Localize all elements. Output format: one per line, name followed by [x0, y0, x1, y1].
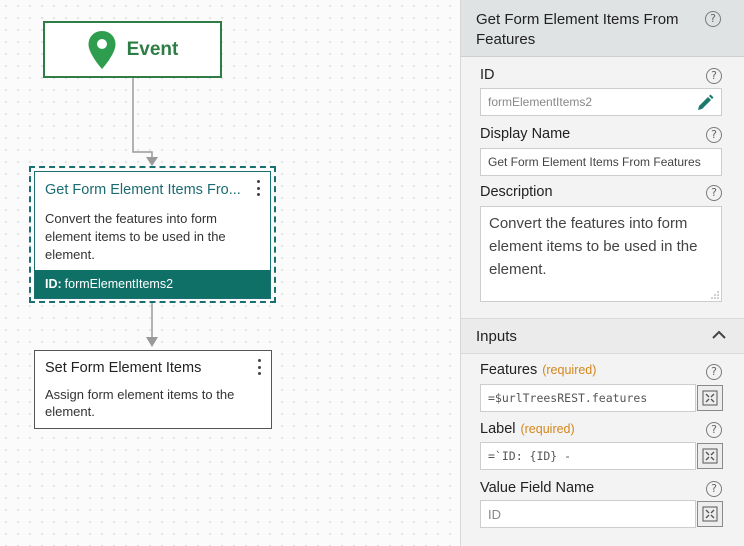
id-field[interactable]: formElementItems2 — [480, 88, 722, 116]
expression-editor-icon — [702, 506, 718, 522]
pencil-icon[interactable] — [695, 93, 715, 113]
help-icon[interactable]: ? — [706, 127, 722, 143]
features-value: =$urlTreesREST.features — [488, 391, 648, 405]
display-name-input[interactable]: Get Form Element Items From Features — [480, 148, 722, 176]
value-field-name-value: ID — [488, 506, 501, 522]
value-field-name-label-text: Value Field Name — [480, 480, 595, 496]
value-field-name-input[interactable]: ID — [480, 500, 696, 528]
panel-header: Get Form Element Items From Features ? — [461, 0, 744, 57]
label-value: =`ID: {ID} - — [488, 449, 572, 463]
label-label-text: Label — [480, 421, 516, 437]
node-menu-icon[interactable] — [256, 359, 262, 375]
expression-editor-button[interactable] — [697, 443, 723, 469]
expression-editor-button[interactable] — [697, 501, 723, 527]
location-pin-icon — [88, 30, 116, 69]
required-marker: (required) — [542, 363, 597, 377]
id-field-value: formElementItems2 — [488, 95, 593, 109]
required-marker: (required) — [520, 422, 575, 436]
set-node-description: Assign form element items to the element… — [45, 387, 235, 419]
set-node-title: Set Form Element Items — [45, 360, 202, 376]
features-input[interactable]: =$urlTreesREST.features — [480, 384, 696, 412]
step-node-id-label: ID: — [45, 277, 62, 291]
help-icon[interactable]: ? — [706, 481, 722, 497]
panel-title: Get Form Element Items From Features — [476, 11, 679, 48]
inputs-section-title: Inputs — [476, 328, 517, 345]
features-label: Features (required) — [480, 362, 596, 378]
step-node-id-value: formElementItems2 — [64, 277, 174, 291]
event-node-label: Event — [126, 38, 179, 60]
help-icon[interactable]: ? — [705, 11, 721, 27]
value-field-name-label: Value Field Name — [480, 480, 594, 496]
features-label-text: Features — [480, 362, 538, 378]
help-icon[interactable]: ? — [706, 68, 722, 84]
expression-editor-button[interactable] — [697, 385, 723, 411]
expression-editor-icon — [702, 448, 718, 464]
inputs-section-header[interactable]: Inputs — [461, 318, 744, 354]
step-node-description: Convert the features into form element i… — [45, 211, 226, 262]
display-name-label: Display Name — [480, 126, 571, 142]
step-node-title: Get Form Element Items Fro... — [45, 182, 241, 198]
get-form-element-items-node[interactable]: Get Form Element Items Fro... Convert th… — [34, 171, 271, 299]
help-icon[interactable]: ? — [706, 364, 722, 380]
expression-editor-icon — [702, 390, 718, 406]
description-value: Convert the features into form element i… — [489, 215, 698, 278]
label-input[interactable]: =`ID: {ID} - — [480, 442, 696, 470]
display-name-value: Get Form Element Items From Features — [488, 155, 701, 169]
resize-handle-icon[interactable] — [711, 291, 719, 299]
label-field-label: Label (required) — [480, 421, 575, 437]
set-form-element-items-node[interactable]: Set Form Element Items Assign form eleme… — [34, 350, 272, 429]
help-icon[interactable]: ? — [706, 185, 722, 201]
properties-panel: Get Form Element Items From Features ? I… — [460, 0, 744, 546]
event-node[interactable]: Event — [43, 21, 222, 78]
chevron-up-icon[interactable] — [712, 330, 726, 340]
id-label: ID — [480, 67, 495, 83]
workflow-canvas[interactable]: Event Get Form Element Items Fro... Conv… — [0, 0, 460, 546]
node-menu-icon[interactable] — [255, 180, 261, 196]
step-node-id-bar: ID: formElementItems2 — [35, 270, 270, 298]
description-textarea[interactable]: Convert the features into form element i… — [480, 206, 722, 302]
description-label: Description — [480, 184, 553, 200]
help-icon[interactable]: ? — [706, 422, 722, 438]
